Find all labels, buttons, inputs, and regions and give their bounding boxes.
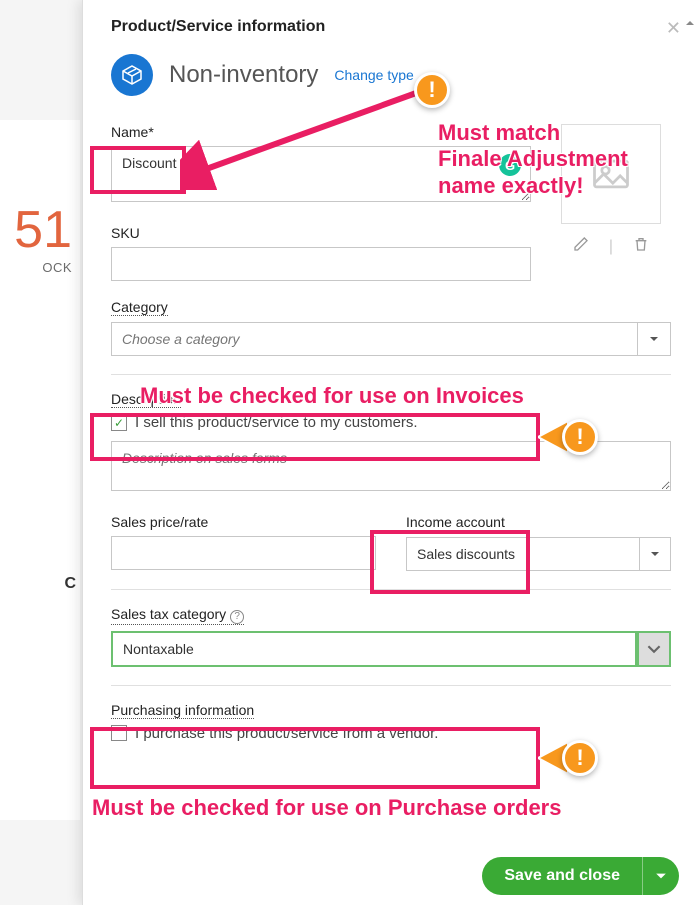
name-input[interactable]: Discount — [111, 146, 531, 202]
purchase-checkbox-label: I purchase this product/service from a v… — [135, 725, 438, 742]
sku-label: SKU — [111, 225, 531, 241]
help-icon[interactable]: ? — [230, 610, 244, 624]
purchasing-section: Purchasing information I purchase this p… — [111, 702, 671, 742]
backdrop-number: 51 — [0, 200, 80, 260]
divider-2 — [111, 589, 671, 590]
edit-image-icon[interactable] — [573, 236, 589, 257]
separator: | — [609, 238, 613, 256]
description-input[interactable] — [111, 441, 671, 491]
sku-field: SKU — [111, 225, 531, 281]
divider-3 — [111, 685, 671, 686]
income-account-field: Income account — [406, 514, 671, 571]
sales-price-field: Sales price/rate — [111, 514, 376, 571]
backdrop-letter: C — [0, 575, 80, 593]
sales-tax-label: Sales tax category? — [111, 606, 244, 625]
sell-checkbox[interactable] — [111, 415, 127, 431]
description-section: Description I sell this product/service … — [111, 391, 671, 431]
backdrop-label: OCK — [0, 260, 80, 275]
name-field: Name* Discount G — [111, 124, 531, 207]
type-name: Non-inventory — [169, 61, 318, 89]
image-placeholder[interactable] — [561, 124, 661, 224]
category-select[interactable] — [111, 322, 637, 356]
save-dropdown-caret[interactable] — [642, 857, 679, 895]
sales-price-label: Sales price/rate — [111, 514, 376, 530]
sales-price-input[interactable] — [111, 536, 376, 570]
sku-input[interactable] — [111, 247, 531, 281]
income-account-label: Income account — [406, 514, 505, 531]
description-label: Description — [111, 391, 181, 408]
scroll-up-icon[interactable] — [685, 18, 695, 28]
description-textarea-field — [111, 441, 671, 496]
close-icon[interactable]: ✕ — [666, 18, 681, 39]
purchase-checkbox[interactable] — [111, 725, 127, 741]
non-inventory-icon — [111, 54, 153, 96]
sell-checkbox-label: I sell this product/service to my custom… — [135, 414, 418, 431]
footer-actions: Save and close — [482, 857, 679, 895]
name-label: Name* — [111, 124, 531, 140]
income-account-select[interactable] — [406, 537, 639, 571]
delete-image-icon[interactable] — [633, 236, 649, 257]
sales-tax-select[interactable] — [111, 631, 637, 667]
divider — [111, 374, 671, 375]
grammarly-icon[interactable]: G — [499, 154, 521, 176]
purchasing-label: Purchasing information — [111, 702, 254, 719]
sales-tax-field: Sales tax category? — [111, 606, 671, 667]
sales-tax-caret[interactable] — [637, 631, 671, 667]
category-field: Category — [111, 299, 671, 356]
category-label: Category — [111, 299, 168, 316]
change-type-link[interactable]: Change type — [334, 67, 413, 83]
category-caret[interactable] — [637, 322, 671, 356]
background-content: 51 OCK C — [0, 120, 80, 820]
save-and-close-button[interactable]: Save and close — [482, 857, 642, 895]
income-account-caret[interactable] — [639, 537, 671, 571]
product-service-panel: Product/Service information ✕ Non-invent… — [82, 0, 699, 905]
type-row: Non-inventory Change type — [111, 54, 671, 96]
panel-title: Product/Service information — [111, 18, 671, 36]
